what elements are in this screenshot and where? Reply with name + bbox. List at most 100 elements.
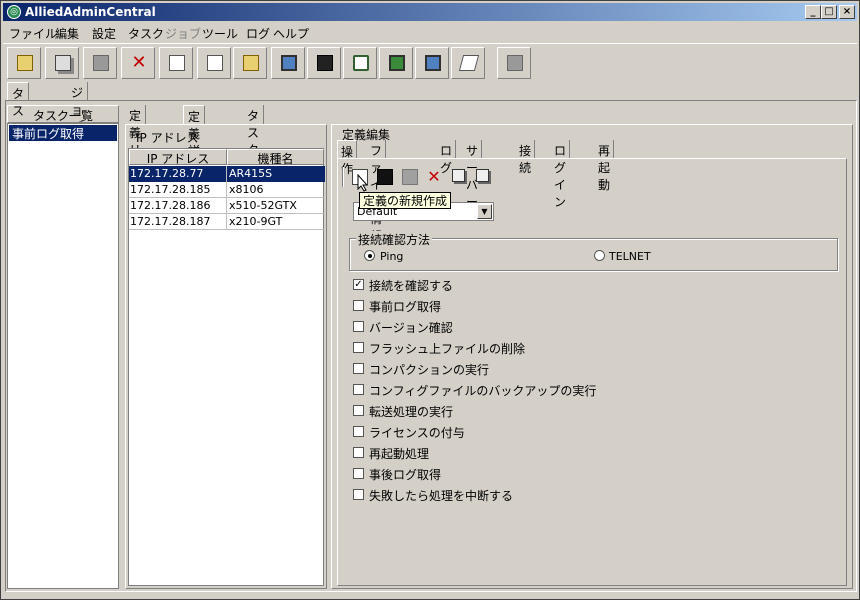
model-cell: x8106: [229, 183, 264, 196]
tab-definition-detail[interactable]: 定義詳細: [183, 105, 206, 175]
tab-log[interactable]: ログ: [437, 140, 457, 175]
tab-login[interactable]: ログイン: [551, 140, 571, 209]
toolbar-log-button[interactable]: [451, 47, 485, 79]
radio-dot: [368, 254, 372, 258]
checkbox-confirm-connection[interactable]: ✓: [353, 279, 364, 290]
toolbar-import-button[interactable]: [7, 47, 41, 79]
device-icon: [507, 55, 523, 71]
toolbar-schedule-button[interactable]: [343, 47, 377, 79]
list-icon: [169, 55, 185, 71]
menu-log[interactable]: ログ: [246, 25, 270, 42]
checkbox-label: 転送処理の実行: [369, 405, 454, 419]
t-terminal-icon: [425, 55, 441, 71]
task-list: 事前ログ取得: [7, 123, 119, 589]
toolbar: ✕: [3, 43, 857, 81]
checkbox-label: 事後ログ取得: [369, 468, 442, 482]
table-row[interactable]: 172.17.28.185 x8106: [129, 182, 325, 198]
ip-address-panel: IP アドレス IP アドレス 機種名 172.17.28.77 AR415S …: [125, 124, 327, 589]
checkbox-transfer[interactable]: [353, 405, 364, 416]
paste-definition-icon[interactable]: [476, 169, 489, 182]
app-window: ◎ AlliedAdminCentral _ □ × ファイル 編集 設定 タス…: [0, 0, 860, 600]
tab-reboot[interactable]: 再起動: [595, 140, 615, 192]
menu-file[interactable]: ファイル: [9, 25, 57, 42]
checkbox-label: コンパクションの実行: [369, 363, 490, 377]
toolbar-save-button[interactable]: [307, 47, 341, 79]
table-row[interactable]: 172.17.28.187 x210-9GT: [129, 214, 325, 230]
tab-server[interactable]: サーバー: [463, 140, 483, 209]
copy-icon: [55, 55, 71, 71]
toolbar-p-button[interactable]: [379, 47, 413, 79]
column-header-model[interactable]: 機種名: [227, 149, 324, 166]
toolbar-t-button[interactable]: [415, 47, 449, 79]
checkbox-label: フラッシュ上ファイルの削除: [369, 342, 526, 356]
schedule-icon: [353, 55, 369, 71]
checkbox-license[interactable]: [353, 426, 364, 437]
checkbox-version-check[interactable]: [353, 321, 364, 332]
ip-table: IP アドレス 機種名 172.17.28.77 AR415S 172.17.2…: [128, 148, 325, 586]
tab-task-list[interactable]: タスクリスト: [7, 82, 30, 186]
maximize-button[interactable]: □: [821, 5, 837, 19]
chevron-down-icon[interactable]: ▼: [477, 204, 492, 219]
delete-icon: ✕: [131, 52, 147, 73]
minimize-button[interactable]: _: [805, 5, 821, 19]
table-row[interactable]: 172.17.28.77 AR415S: [129, 166, 325, 182]
toolbar-grip: [342, 167, 344, 187]
task-list-header: タスク一覧: [7, 105, 119, 123]
tooltip: 定義の新規作成: [359, 192, 452, 209]
toolbar-transfer-button[interactable]: [271, 47, 305, 79]
title-bar: ◎ AlliedAdminCentral _ □ ×: [3, 3, 857, 21]
checkbox-post-log[interactable]: [353, 468, 364, 479]
connection-method-legend: 接続確認方法: [356, 231, 433, 248]
column-header-ip[interactable]: IP アドレス: [129, 149, 227, 166]
checkbox-label: ライセンスの付与: [369, 426, 465, 440]
checkbox-label: 接続を確認する: [369, 279, 454, 293]
close-button[interactable]: ×: [839, 5, 855, 19]
toolbar-list-button[interactable]: [159, 47, 193, 79]
menu-bar: ファイル 編集 設定 タスク ジョブ ツール ログ ヘルプ: [3, 22, 857, 42]
tab-job-list[interactable]: ジョブリスト: [67, 82, 89, 185]
table-row[interactable]: 172.17.28.186 x510-52GTX: [129, 198, 325, 214]
checkbox-abort-on-failure[interactable]: [353, 489, 364, 500]
checkbox-label: 失敗したら処理を中断する: [369, 489, 514, 503]
menu-help[interactable]: ヘルプ: [273, 25, 309, 42]
tab-file-info[interactable]: ファイル情報: [367, 140, 387, 243]
telnet-radio[interactable]: [594, 250, 605, 261]
toolbar-new-button[interactable]: [197, 47, 231, 79]
new-file-icon: [207, 55, 223, 71]
checkbox-label: 事前ログ取得: [369, 300, 442, 314]
toolbar-device-button[interactable]: [497, 47, 531, 79]
ip-cell: 172.17.28.187: [129, 214, 227, 230]
model-cell: x510-52GTX: [229, 199, 297, 212]
save-as-definition-icon[interactable]: [402, 169, 418, 185]
menu-settings[interactable]: 設定: [92, 25, 116, 42]
ip-cell: 172.17.28.77: [129, 166, 227, 182]
ping-radio[interactable]: [364, 250, 375, 261]
checkbox-config-backup[interactable]: [353, 384, 364, 395]
menu-edit[interactable]: 編集: [55, 25, 79, 42]
checkbox-flash-delete[interactable]: [353, 342, 364, 353]
tab-operation[interactable]: 操作: [337, 140, 358, 176]
menu-task[interactable]: タスク: [128, 25, 164, 42]
tab-connection[interactable]: 接続: [516, 140, 536, 175]
copy-definition-icon[interactable]: [452, 169, 465, 182]
checkbox-label: コンフィグファイルのバックアップの実行: [369, 384, 597, 398]
toolbar-paste-button[interactable]: [83, 47, 117, 79]
toolbar-delete-button[interactable]: ✕: [121, 47, 155, 79]
checkbox-reboot[interactable]: [353, 447, 364, 458]
menu-tools[interactable]: ツール: [202, 25, 238, 42]
save-definition-icon[interactable]: [377, 169, 393, 185]
tab-task-info[interactable]: タスク情報: [243, 105, 265, 191]
delete-definition-icon[interactable]: ✕: [426, 169, 442, 185]
task-list-item[interactable]: 事前ログ取得: [9, 125, 117, 141]
toolbar-open-button[interactable]: [233, 47, 267, 79]
menu-job: ジョブ: [165, 27, 202, 41]
model-cell: AR415S: [227, 166, 325, 182]
window-title: AlliedAdminCentral: [25, 5, 156, 19]
app-icon: ◎: [7, 5, 21, 19]
toolbar-copy-button[interactable]: [45, 47, 79, 79]
checkbox-pre-log[interactable]: [353, 300, 364, 311]
mouse-cursor-icon: [357, 174, 369, 192]
checkbox-compaction[interactable]: [353, 363, 364, 374]
p-terminal-icon: [389, 55, 405, 71]
tab-definition-list[interactable]: 定義リスト: [125, 105, 147, 191]
